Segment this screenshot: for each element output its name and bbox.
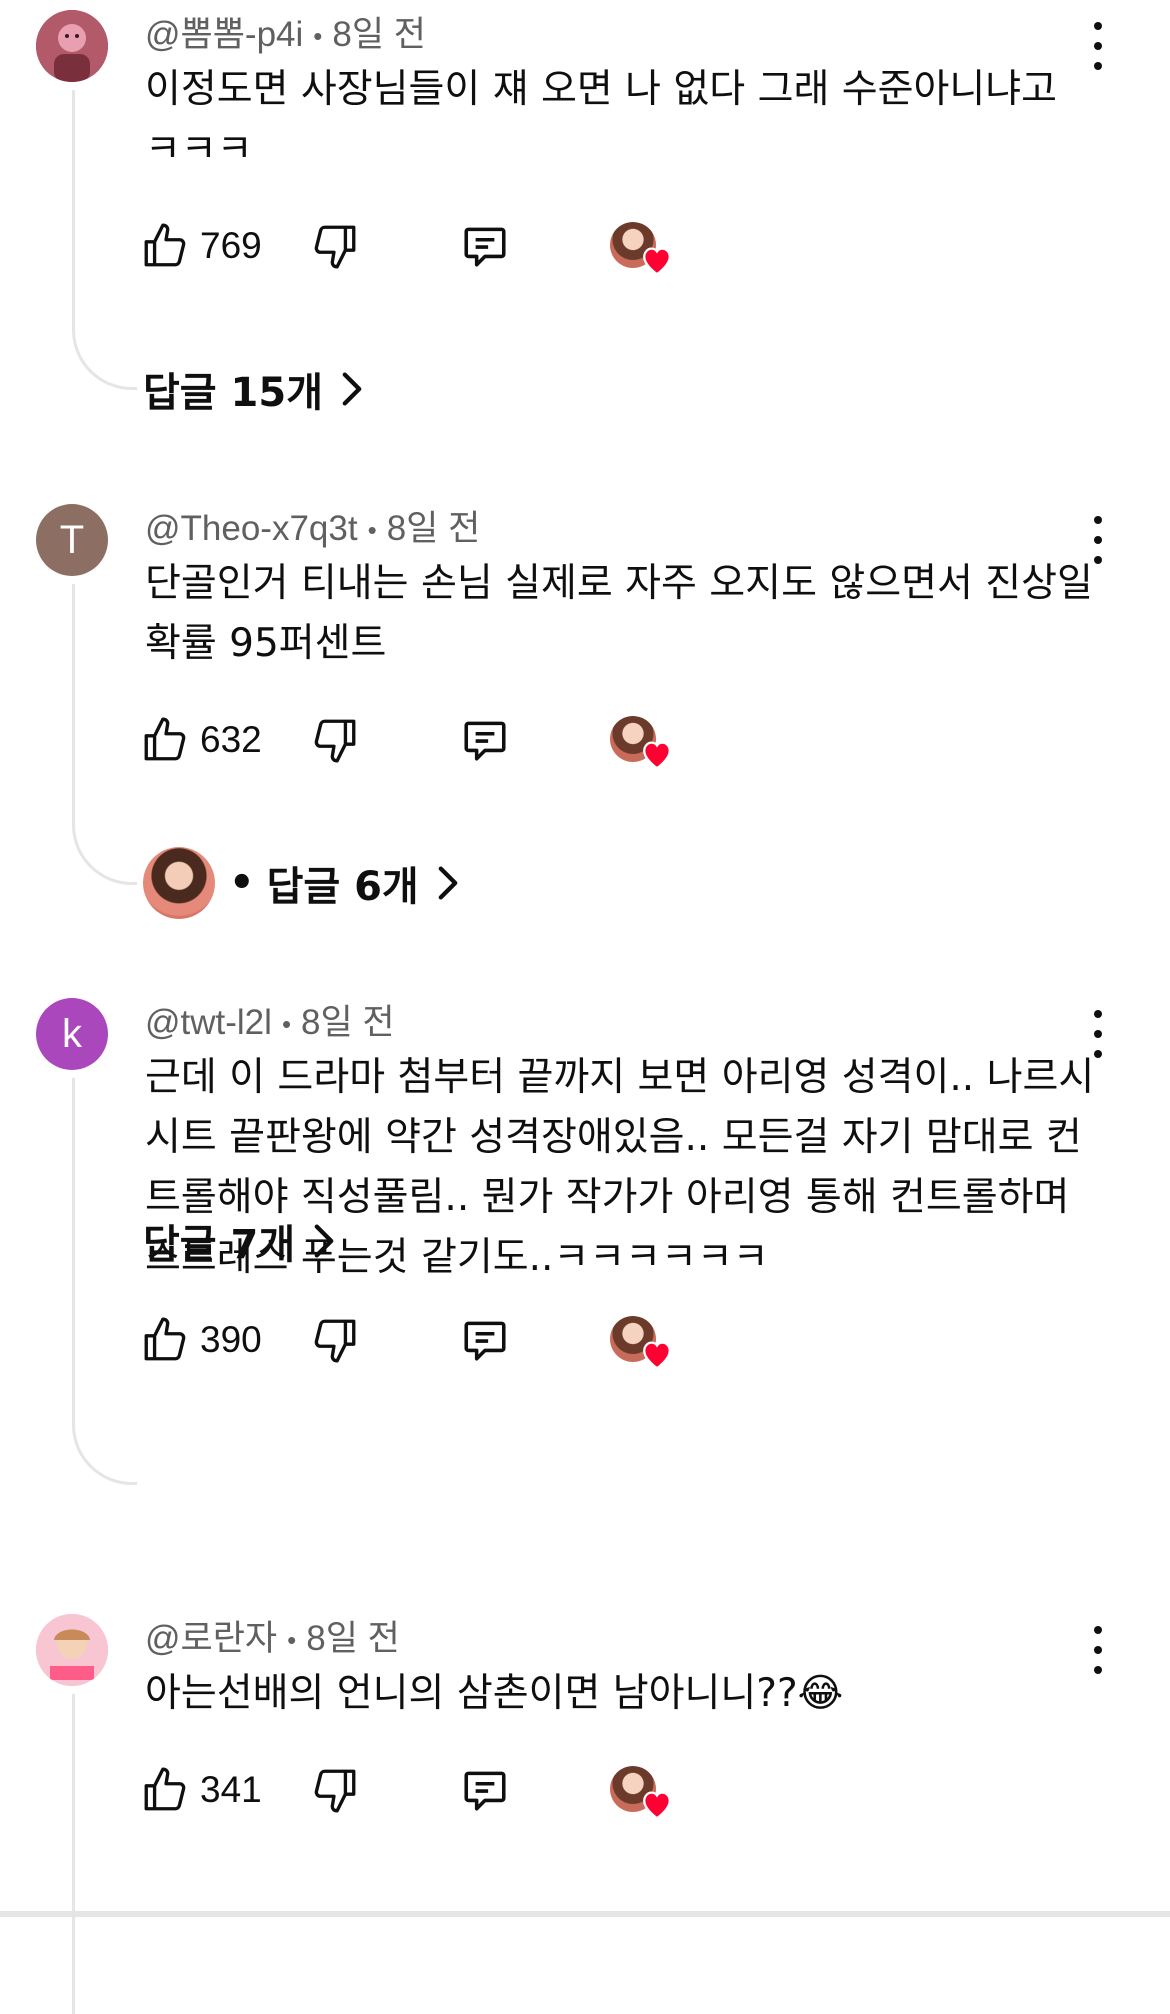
view-replies-button[interactable]: • 답글 6개 xyxy=(143,847,459,919)
reply-comment-icon xyxy=(464,227,506,267)
reply-button[interactable] xyxy=(460,216,510,276)
avatar[interactable] xyxy=(36,10,108,82)
comment-text: 단골인거 티내는 손님 실제로 자주 오지도 않으면서 진상일 확률 95퍼센트 xyxy=(145,561,1093,666)
avatar-image-icon xyxy=(36,10,108,82)
comment-meta: @로란자 • 8일 전 xyxy=(145,1610,400,1661)
creator-heart-badge xyxy=(610,710,674,770)
comment-text: 이정도면 사장님들이 쟤 오면 나 없다 그래 수준아니냐고 ㅋㅋㅋ xyxy=(145,67,1058,172)
reply-comment-icon xyxy=(464,1321,506,1361)
thumbs-up-icon xyxy=(144,717,186,761)
dislike-button[interactable] xyxy=(310,216,360,276)
more-options-icon[interactable] xyxy=(1080,1006,1116,1062)
comment-time[interactable]: 8일 전 xyxy=(306,1619,400,1658)
like-button[interactable]: 769 xyxy=(140,216,262,276)
replies-label: 답글 6개 xyxy=(266,864,419,910)
avatar-letter: k xyxy=(62,1011,82,1056)
comment-actions: 390 xyxy=(140,1310,700,1370)
meta-separator: • xyxy=(367,515,377,546)
comment-meta: @뽐뽐-p4i • 8일 전 xyxy=(145,6,426,57)
comment-author[interactable]: @Theo-x7q3t xyxy=(145,509,358,548)
heart-icon xyxy=(643,1341,671,1370)
thumbs-up-icon xyxy=(144,223,186,267)
thread-connector xyxy=(72,90,137,390)
replies-separator: • xyxy=(229,860,255,906)
heart-icon xyxy=(643,247,671,276)
comment-meta: @Theo-x7q3t • 8일 전 xyxy=(145,500,480,551)
meta-separator: • xyxy=(281,1009,292,1040)
view-replies-button[interactable]: 답글 15개 xyxy=(143,354,363,424)
avatar[interactable]: k xyxy=(36,998,108,1070)
comment-actions: 632 xyxy=(140,710,700,770)
replies-label: 답글 7개 xyxy=(143,1222,296,1268)
more-options-icon[interactable] xyxy=(1080,18,1116,74)
dislike-button[interactable] xyxy=(310,1310,360,1370)
comment-author[interactable]: @뽐뽐-p4i xyxy=(145,15,303,54)
creator-heart-badge xyxy=(610,216,674,276)
view-replies-button[interactable]: 답글 7개 xyxy=(143,1206,335,1276)
like-count: 341 xyxy=(200,1769,262,1810)
thread-connector xyxy=(72,584,137,885)
comment-time[interactable]: 8일 전 xyxy=(332,15,426,54)
avatar-image-icon xyxy=(36,1614,108,1686)
more-options-icon[interactable] xyxy=(1080,1622,1116,1678)
like-button[interactable]: 632 xyxy=(140,710,262,770)
like-count: 769 xyxy=(200,225,262,266)
reply-button[interactable] xyxy=(460,1310,510,1370)
thumbs-up-icon xyxy=(144,1767,186,1811)
comment-text: 아는선배의 언니의 삼촌이면 남아니니??😂 xyxy=(145,1671,844,1716)
replies-label: 답글 15개 xyxy=(143,370,323,416)
comment-author[interactable]: @twt-l2l xyxy=(145,1003,272,1042)
thread-connector xyxy=(72,1694,137,2014)
more-options-icon[interactable] xyxy=(1080,512,1116,568)
creator-heart-badge xyxy=(610,1760,674,1820)
reply-button[interactable] xyxy=(460,710,510,770)
dislike-button[interactable] xyxy=(310,710,360,770)
like-count: 632 xyxy=(200,719,262,760)
chevron-right-icon xyxy=(438,866,458,900)
thumbs-down-icon xyxy=(314,225,356,269)
creator-reply-avatar xyxy=(143,847,215,919)
thread-connector xyxy=(72,1078,137,1485)
comment-author[interactable]: @로란자 xyxy=(145,1619,277,1658)
comment-meta: @twt-l2l • 8일 전 xyxy=(145,994,395,1045)
creator-heart-badge xyxy=(610,1310,674,1370)
heart-icon xyxy=(643,1791,671,1820)
comment-time[interactable]: 8일 전 xyxy=(301,1003,395,1042)
like-button[interactable]: 341 xyxy=(140,1760,262,1820)
dislike-button[interactable] xyxy=(310,1760,360,1820)
reply-comment-icon xyxy=(464,1771,506,1811)
like-button[interactable]: 390 xyxy=(140,1310,262,1370)
thumbs-down-icon xyxy=(314,1319,356,1363)
avatar[interactable]: T xyxy=(36,504,108,576)
comment-actions: 769 xyxy=(140,216,700,276)
thumbs-down-icon xyxy=(314,719,356,763)
comment-actions: 341 xyxy=(140,1760,700,1820)
chevron-right-icon xyxy=(342,372,362,406)
bottom-divider xyxy=(0,1911,1170,1917)
like-count: 390 xyxy=(200,1319,262,1360)
meta-separator: • xyxy=(287,1625,297,1656)
comment-time[interactable]: 8일 전 xyxy=(387,509,481,548)
heart-icon xyxy=(643,741,671,770)
reply-button[interactable] xyxy=(460,1760,510,1820)
avatar[interactable] xyxy=(36,1614,108,1686)
meta-separator: • xyxy=(313,21,323,52)
reply-comment-icon xyxy=(464,721,506,761)
chevron-right-icon xyxy=(314,1224,334,1258)
thumbs-down-icon xyxy=(314,1769,356,1813)
avatar-letter: T xyxy=(59,517,85,562)
thumbs-up-icon xyxy=(144,1317,186,1361)
